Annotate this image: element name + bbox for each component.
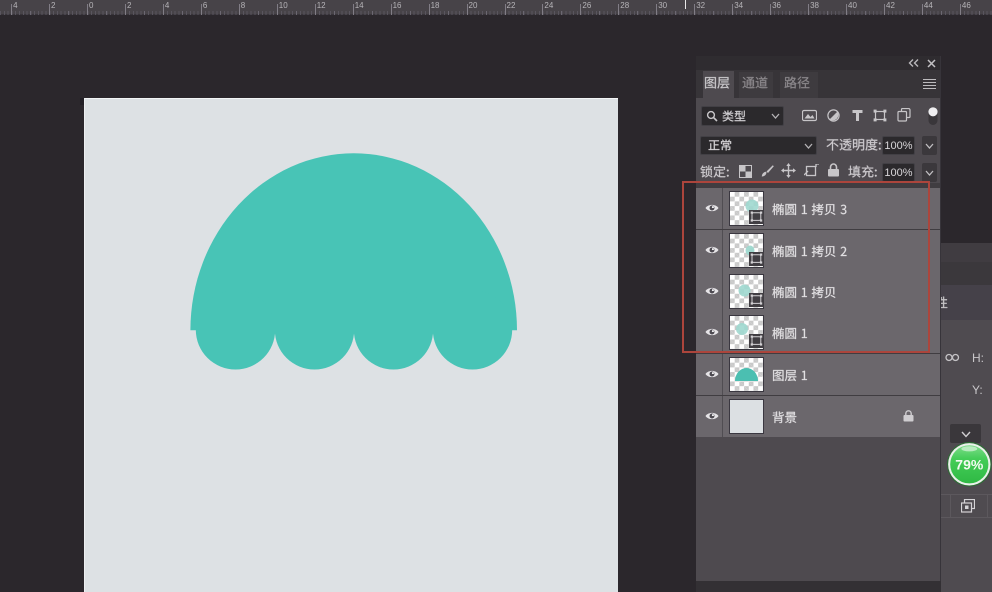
svg-text:79%: 79% [955, 457, 984, 473]
